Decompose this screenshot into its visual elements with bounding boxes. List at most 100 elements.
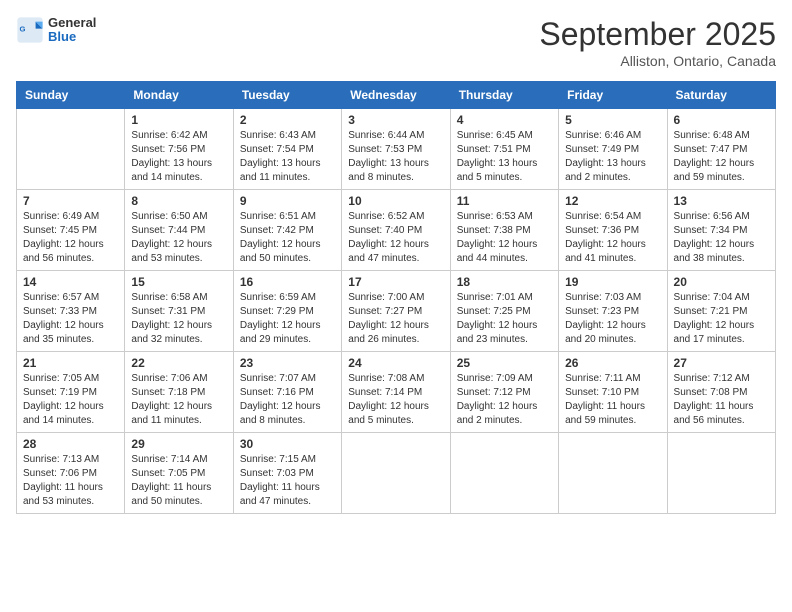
calendar-cell: 11 Sunrise: 6:53 AM Sunset: 7:38 PM Dayli… [450, 190, 558, 271]
day-info: Sunrise: 6:45 AM Sunset: 7:51 PM Dayligh… [457, 129, 552, 185]
calendar-cell: 27 Sunrise: 7:12 AM Sunset: 7:08 PM Dayli… [667, 352, 775, 433]
day-number: 7 [23, 194, 118, 208]
day-number: 23 [240, 356, 335, 370]
calendar-cell: 19Sunrise: 7:03 AM Sunset: 7:23 PM Dayli… [559, 271, 667, 352]
day-info: Sunrise: 6:59 AM Sunset: 7:29 PM Dayligh… [240, 291, 335, 347]
week-row-2: 7 Sunrise: 6:49 AM Sunset: 7:45 PM Daylig… [17, 190, 776, 271]
day-info: Sunrise: 7:00 AM Sunset: 7:27 PM Dayligh… [348, 291, 443, 347]
title-area: September 2025 Alliston, Ontario, Canada [539, 16, 776, 69]
month-title: September 2025 [539, 16, 776, 53]
day-info: Sunrise: 7:08 AM Sunset: 7:14 PM Dayligh… [348, 372, 443, 428]
weekday-header-wednesday: Wednesday [342, 82, 450, 109]
day-number: 13 [674, 194, 769, 208]
calendar-cell: 9 Sunrise: 6:51 AM Sunset: 7:42 PM Daylig… [233, 190, 341, 271]
day-info: Sunrise: 7:07 AM Sunset: 7:16 PM Dayligh… [240, 372, 335, 428]
calendar-cell: 15 Sunrise: 6:58 AM Sunset: 7:31 PM Dayli… [125, 271, 233, 352]
day-number: 20 [674, 275, 769, 289]
calendar-cell: 29Sunrise: 7:14 AM Sunset: 7:05 PM Dayli… [125, 433, 233, 514]
logo-text: General Blue [48, 16, 96, 45]
logo: G General Blue [16, 16, 96, 45]
calendar-cell: 12Sunrise: 6:54 AM Sunset: 7:36 PM Dayli… [559, 190, 667, 271]
day-number: 5 [565, 113, 660, 127]
day-number: 27 [674, 356, 769, 370]
day-info: Sunrise: 7:14 AM Sunset: 7:05 PM Dayligh… [131, 453, 226, 509]
calendar-cell: 30 Sunrise: 7:15 AM Sunset: 7:03 PM Dayli… [233, 433, 341, 514]
day-info: Sunrise: 7:05 AM Sunset: 7:19 PM Dayligh… [23, 372, 118, 428]
day-number: 18 [457, 275, 552, 289]
day-number: 30 [240, 437, 335, 451]
day-number: 14 [23, 275, 118, 289]
calendar-cell: 17 Sunrise: 7:00 AM Sunset: 7:27 PM Dayli… [342, 271, 450, 352]
weekday-header-sunday: Sunday [17, 82, 125, 109]
day-info: Sunrise: 6:50 AM Sunset: 7:44 PM Dayligh… [131, 210, 226, 266]
day-info: Sunrise: 6:48 AM Sunset: 7:47 PM Dayligh… [674, 129, 769, 185]
day-number: 9 [240, 194, 335, 208]
day-number: 26 [565, 356, 660, 370]
day-info: Sunrise: 7:06 AM Sunset: 7:18 PM Dayligh… [131, 372, 226, 428]
day-info: Sunrise: 6:56 AM Sunset: 7:34 PM Dayligh… [674, 210, 769, 266]
calendar-cell: 4 Sunrise: 6:45 AM Sunset: 7:51 PM Daylig… [450, 109, 558, 190]
calendar-cell: 7 Sunrise: 6:49 AM Sunset: 7:45 PM Daylig… [17, 190, 125, 271]
week-row-1: 1 Sunrise: 6:42 AM Sunset: 7:56 PM Daylig… [17, 109, 776, 190]
day-info: Sunrise: 7:03 AM Sunset: 7:23 PM Dayligh… [565, 291, 660, 347]
day-info: Sunrise: 6:44 AM Sunset: 7:53 PM Dayligh… [348, 129, 443, 185]
location-title: Alliston, Ontario, Canada [539, 53, 776, 69]
day-number: 17 [348, 275, 443, 289]
page-header: G General Blue September 2025 Alliston, … [16, 16, 776, 69]
day-info: Sunrise: 6:46 AM Sunset: 7:49 PM Dayligh… [565, 129, 660, 185]
calendar-cell: 5 Sunrise: 6:46 AM Sunset: 7:49 PM Daylig… [559, 109, 667, 190]
day-number: 16 [240, 275, 335, 289]
day-info: Sunrise: 7:13 AM Sunset: 7:06 PM Dayligh… [23, 453, 118, 509]
calendar-table: SundayMondayTuesdayWednesdayThursdayFrid… [16, 81, 776, 514]
day-number: 12 [565, 194, 660, 208]
day-info: Sunrise: 6:42 AM Sunset: 7:56 PM Dayligh… [131, 129, 226, 185]
calendar-cell: 20 Sunrise: 7:04 AM Sunset: 7:21 PM Dayli… [667, 271, 775, 352]
day-info: Sunrise: 7:12 AM Sunset: 7:08 PM Dayligh… [674, 372, 769, 428]
day-number: 24 [348, 356, 443, 370]
day-number: 2 [240, 113, 335, 127]
day-info: Sunrise: 6:43 AM Sunset: 7:54 PM Dayligh… [240, 129, 335, 185]
day-number: 3 [348, 113, 443, 127]
calendar-cell [342, 433, 450, 514]
logo-line1: General [48, 16, 96, 30]
calendar-cell: 8 Sunrise: 6:50 AM Sunset: 7:44 PM Daylig… [125, 190, 233, 271]
day-number: 6 [674, 113, 769, 127]
day-info: Sunrise: 6:58 AM Sunset: 7:31 PM Dayligh… [131, 291, 226, 347]
day-number: 15 [131, 275, 226, 289]
calendar-cell: 23 Sunrise: 7:07 AM Sunset: 7:16 PM Dayli… [233, 352, 341, 433]
week-row-3: 14 Sunrise: 6:57 AM Sunset: 7:33 PM Dayli… [17, 271, 776, 352]
day-info: Sunrise: 6:51 AM Sunset: 7:42 PM Dayligh… [240, 210, 335, 266]
day-info: Sunrise: 7:04 AM Sunset: 7:21 PM Dayligh… [674, 291, 769, 347]
calendar-cell: 14 Sunrise: 6:57 AM Sunset: 7:33 PM Dayli… [17, 271, 125, 352]
week-row-4: 21 Sunrise: 7:05 AM Sunset: 7:19 PM Dayli… [17, 352, 776, 433]
calendar-cell: 1 Sunrise: 6:42 AM Sunset: 7:56 PM Daylig… [125, 109, 233, 190]
day-number: 22 [131, 356, 226, 370]
logo-line2: Blue [48, 30, 96, 44]
weekday-header-row: SundayMondayTuesdayWednesdayThursdayFrid… [17, 82, 776, 109]
day-info: Sunrise: 7:15 AM Sunset: 7:03 PM Dayligh… [240, 453, 335, 509]
day-info: Sunrise: 6:49 AM Sunset: 7:45 PM Dayligh… [23, 210, 118, 266]
calendar-cell: 24 Sunrise: 7:08 AM Sunset: 7:14 PM Dayli… [342, 352, 450, 433]
day-number: 11 [457, 194, 552, 208]
week-row-5: 28 Sunrise: 7:13 AM Sunset: 7:06 PM Dayli… [17, 433, 776, 514]
day-info: Sunrise: 7:01 AM Sunset: 7:25 PM Dayligh… [457, 291, 552, 347]
day-info: Sunrise: 6:52 AM Sunset: 7:40 PM Dayligh… [348, 210, 443, 266]
weekday-header-monday: Monday [125, 82, 233, 109]
calendar-cell: 13 Sunrise: 6:56 AM Sunset: 7:34 PM Dayli… [667, 190, 775, 271]
day-number: 21 [23, 356, 118, 370]
day-info: Sunrise: 6:53 AM Sunset: 7:38 PM Dayligh… [457, 210, 552, 266]
weekday-header-friday: Friday [559, 82, 667, 109]
weekday-header-tuesday: Tuesday [233, 82, 341, 109]
svg-text:G: G [20, 25, 26, 34]
calendar-cell: 18 Sunrise: 7:01 AM Sunset: 7:25 PM Dayli… [450, 271, 558, 352]
weekday-header-thursday: Thursday [450, 82, 558, 109]
day-info: Sunrise: 6:57 AM Sunset: 7:33 PM Dayligh… [23, 291, 118, 347]
calendar-cell [17, 109, 125, 190]
weekday-header-saturday: Saturday [667, 82, 775, 109]
day-number: 28 [23, 437, 118, 451]
day-info: Sunrise: 7:09 AM Sunset: 7:12 PM Dayligh… [457, 372, 552, 428]
calendar-cell: 28 Sunrise: 7:13 AM Sunset: 7:06 PM Dayli… [17, 433, 125, 514]
day-number: 1 [131, 113, 226, 127]
day-number: 8 [131, 194, 226, 208]
day-number: 4 [457, 113, 552, 127]
